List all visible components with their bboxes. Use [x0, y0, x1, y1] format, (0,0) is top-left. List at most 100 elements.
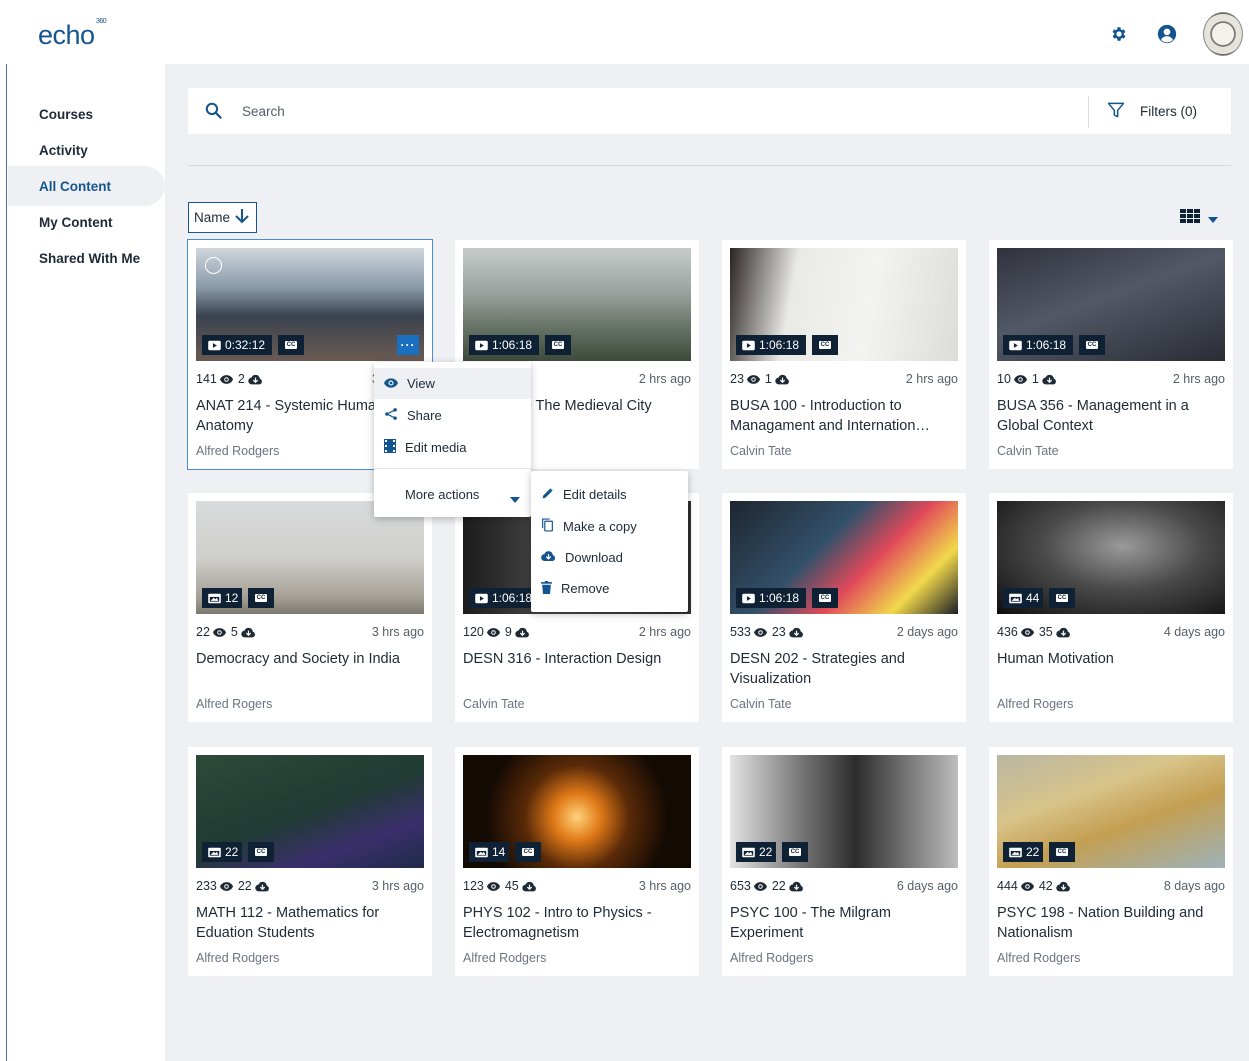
menu-item-view[interactable]: View: [374, 368, 531, 399]
select-checkbox[interactable]: [205, 257, 222, 274]
content-card[interactable]: 22 CC 653 22 6 days ago PSYC 100 - The Milgra…: [722, 747, 966, 976]
menu-item-edit-details[interactable]: Edit details: [531, 479, 688, 510]
views-stat: 22: [196, 625, 226, 639]
card-title[interactable]: PHYS 102 - Intro to Physics - Electromag…: [463, 903, 691, 943]
content-card[interactable]: 1:06:18 CC 10 1 2 hrs ago BUSA 356 - Manageme…: [989, 240, 1233, 469]
card-stats: 444 42 8 days ago: [997, 879, 1225, 893]
thumbnail-image[interactable]: 14 CC: [463, 755, 691, 868]
menu-item-make-copy[interactable]: Make a copy: [531, 511, 688, 542]
card-title[interactable]: BUSA 100 - Introduction to Managament an…: [730, 396, 958, 436]
thumbnail-image[interactable]: 1:06:18 CC: [463, 248, 691, 361]
content-card[interactable]: 14 CC 123 45 3 hrs ago PHYS 102 - Intro to Ph…: [455, 747, 699, 976]
cloud-download-icon: [775, 374, 790, 385]
cloud-download-icon: [241, 627, 256, 638]
thumbnail-image[interactable]: 0:32:12 CC ···: [196, 248, 424, 361]
sidebar-item-my-content[interactable]: My Content: [8, 202, 165, 242]
caret-down-icon: [510, 491, 520, 506]
cloud-download-icon: [789, 881, 804, 892]
views-stat: 10: [997, 372, 1027, 386]
card-title[interactable]: DESN 316 - Interaction Design: [463, 649, 691, 669]
thumbnail-image[interactable]: 22 CC: [997, 755, 1225, 868]
sidebar-item-shared-with-me[interactable]: Shared With Me: [8, 238, 165, 278]
badge-text: 22: [1026, 845, 1040, 859]
card-title[interactable]: PSYC 100 - The Milgram Experiment: [730, 903, 958, 943]
thumbnail-image[interactable]: 12 CC: [196, 501, 424, 614]
content-card[interactable]: 12 CC 22 5 3 hrs ago Democracy and Society in…: [188, 493, 432, 722]
views-stat: 120: [463, 625, 500, 639]
thumbnail-image[interactable]: 22 CC: [196, 755, 424, 868]
content-card[interactable]: 44 CC 436 35 4 days ago Human Motivation Alfre…: [989, 493, 1233, 722]
card-author: Calvin Tate: [730, 697, 792, 711]
badge-text: 14: [492, 845, 506, 859]
card-title[interactable]: BUSA 356 - Management in a Global Contex…: [997, 396, 1225, 436]
thumbnail-image[interactable]: 44 CC: [997, 501, 1225, 614]
sort-by-name-button[interactable]: Name: [188, 202, 257, 233]
card-author: Alfred Rodgers: [730, 951, 814, 965]
eye-icon: [746, 374, 760, 384]
content-card[interactable]: 1:06:18 CC 533 23 2 days ago DESN 202 - Strat…: [722, 493, 966, 722]
eye-icon: [384, 376, 398, 391]
content-card[interactable]: 22 CC 233 22 3 hrs ago MATH 112 - Mathematics…: [188, 747, 432, 976]
downloads-stat: 9: [505, 625, 530, 639]
menu-item-more-actions[interactable]: More actions: [374, 479, 531, 510]
thumbnail-image[interactable]: 1:06:18 CC: [997, 248, 1225, 361]
cloud-download-icon: [522, 881, 537, 892]
cloud-download-icon: [255, 881, 270, 892]
sidebar-item-activity[interactable]: Activity: [8, 130, 165, 170]
menu-item-remove[interactable]: Remove: [531, 573, 688, 604]
more-options-button[interactable]: ···: [397, 335, 419, 355]
logo-text: echo: [38, 20, 95, 50]
arrow-down-icon: [234, 207, 250, 228]
menu-item-download[interactable]: Download: [531, 542, 688, 573]
downloads-stat: 5: [231, 625, 256, 639]
grid-view-toggle[interactable]: [1180, 209, 1218, 228]
thumbnail-image[interactable]: 1:06:18 CC: [730, 248, 958, 361]
institution-seal-avatar[interactable]: [1203, 12, 1243, 56]
card-stats: 120 9 2 hrs ago: [463, 625, 691, 639]
content-card[interactable]: 1:06:18 CC 23 1 2 hrs ago BUSA 100 - Introduc…: [722, 240, 966, 469]
badge-text: 1:06:18: [492, 591, 533, 605]
echo-logo[interactable]: echo 360: [38, 18, 107, 51]
duration-badge: 1:06:18: [736, 335, 806, 355]
film-icon: [384, 439, 396, 456]
time-ago: 2 hrs ago: [1172, 372, 1225, 386]
slide-count-badge: 44: [1003, 588, 1043, 608]
content-card[interactable]: 22 CC 444 42 8 days ago PSYC 198 - Nation Bui…: [989, 747, 1233, 976]
card-author: Alfred Rodgers: [997, 951, 1081, 965]
eye-icon: [212, 627, 226, 637]
views-stat: 23: [730, 372, 760, 386]
menu-item-edit-media[interactable]: Edit media: [374, 432, 531, 463]
eye-icon: [1020, 881, 1034, 891]
gear-icon[interactable]: [1108, 23, 1130, 45]
closed-captions-icon: CC: [278, 335, 304, 355]
time-ago: 6 days ago: [896, 879, 958, 893]
downloads-stat: 45: [505, 879, 537, 893]
card-title[interactable]: PSYC 198 - Nation Building and Nationali…: [997, 903, 1225, 943]
card-title[interactable]: DESN 202 - Strategies and Visualization: [730, 649, 958, 689]
image-gallery-icon: [208, 847, 221, 858]
card-title[interactable]: Human Motivation: [997, 649, 1225, 669]
filters-button[interactable]: Filters (0): [1106, 100, 1197, 123]
time-ago: 2 hrs ago: [638, 625, 691, 639]
card-title[interactable]: Democracy and Society in India: [196, 649, 424, 669]
menu-label-edit-media: Edit media: [405, 440, 467, 455]
views-stat: 123: [463, 879, 500, 893]
card-stats: 10 1 2 hrs ago: [997, 372, 1225, 386]
thumbnail-image[interactable]: 1:06:18 CC: [730, 501, 958, 614]
card-stats: 533 23 2 days ago: [730, 625, 958, 639]
card-stats: 22 5 3 hrs ago: [196, 625, 424, 639]
context-menu: View Share Edit media More actions: [374, 362, 531, 517]
sidebar-item-all-content[interactable]: All Content: [8, 166, 165, 206]
views-stat: 533: [730, 625, 767, 639]
card-author: Alfred Rogers: [196, 697, 273, 711]
badge-text: 22: [759, 845, 773, 859]
menu-item-share[interactable]: Share: [374, 400, 531, 431]
closed-captions-icon: CC: [248, 588, 274, 608]
sidebar-item-courses[interactable]: Courses: [8, 94, 165, 134]
user-circle-icon[interactable]: [1156, 23, 1178, 45]
closed-captions-icon: CC: [1079, 335, 1105, 355]
search-input[interactable]: [242, 98, 842, 124]
closed-captions-icon: CC: [782, 842, 808, 862]
thumbnail-image[interactable]: 22 CC: [730, 755, 958, 868]
card-title[interactable]: MATH 112 - Mathematics for Eduation Stud…: [196, 903, 424, 943]
